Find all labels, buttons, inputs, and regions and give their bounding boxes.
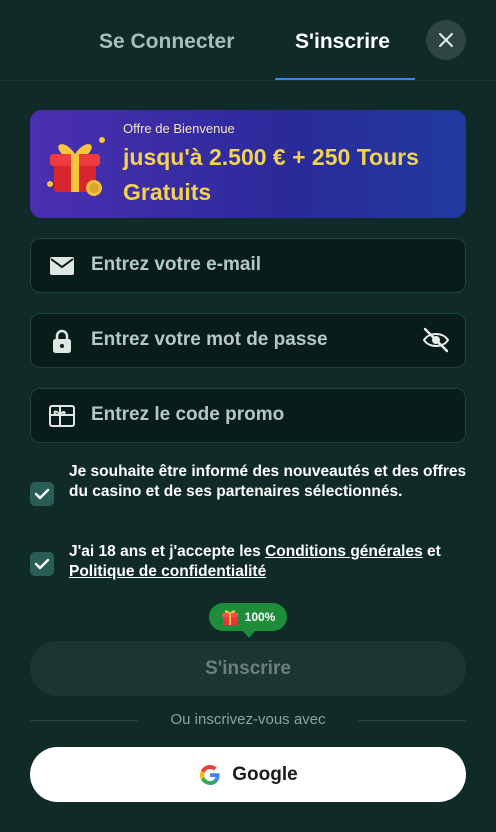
welcome-offer-banner: Offre de Bienvenue jusqu'à 2.500 € + 250… bbox=[30, 110, 466, 218]
offer-subtitle: Offre de Bienvenue bbox=[123, 121, 235, 136]
email-field[interactable]: Entrez votre e-mail bbox=[30, 238, 466, 293]
email-placeholder: Entrez votre e-mail bbox=[91, 254, 261, 275]
promo-placeholder: Entrez le code promo bbox=[91, 404, 285, 425]
password-placeholder: Entrez votre mot de passe bbox=[91, 329, 328, 350]
terms-link[interactable]: Conditions générales bbox=[265, 543, 423, 560]
tab-login[interactable]: Se Connecter bbox=[99, 30, 234, 54]
google-logo-icon bbox=[200, 764, 220, 785]
offer-headline: jusqu'à 2.500 € + 250 Tours Gratuits bbox=[123, 144, 419, 205]
promo-code-field[interactable]: Entrez le code promo bbox=[30, 388, 466, 443]
completion-badge: 100% bbox=[209, 603, 287, 638]
privacy-link[interactable]: Politique de confidentialité bbox=[69, 563, 266, 580]
newsletter-checkbox[interactable] bbox=[30, 482, 54, 506]
auth-tabs: Se Connecter S'inscrire bbox=[0, 0, 496, 81]
lock-icon bbox=[53, 329, 71, 353]
newsletter-consent-text: Je souhaite être informé des nouveautés … bbox=[69, 463, 467, 500]
close-icon bbox=[439, 33, 453, 47]
hide-password-icon[interactable] bbox=[421, 326, 451, 354]
gift-icon bbox=[221, 610, 238, 625]
password-field[interactable]: Entrez votre mot de passe bbox=[30, 313, 466, 368]
envelope-icon bbox=[50, 257, 74, 275]
age-prefix-text: J'ai 18 ans et j'accepte les bbox=[69, 543, 266, 560]
age-middle-text: et bbox=[422, 543, 441, 560]
age-consent-text: J'ai 18 ans et j'accepte les Conditions … bbox=[69, 542, 469, 582]
active-tab-indicator bbox=[275, 78, 415, 80]
checkmark-icon bbox=[34, 558, 50, 570]
divider-line-left bbox=[30, 720, 138, 721]
google-button-label: Google bbox=[232, 763, 298, 785]
age-terms-checkbox[interactable] bbox=[30, 552, 54, 576]
divider-line-right bbox=[358, 720, 466, 721]
checkmark-icon bbox=[34, 488, 50, 500]
signup-submit-button[interactable]: S'inscrire bbox=[30, 641, 466, 696]
alt-signup-label: Ou inscrivez-vous avec bbox=[170, 711, 326, 728]
completion-percent: 100% bbox=[244, 610, 276, 624]
tab-signup[interactable]: S'inscrire bbox=[295, 30, 390, 54]
gift-box-icon bbox=[47, 137, 105, 196]
close-button[interactable] bbox=[426, 20, 466, 60]
gift-card-icon bbox=[49, 405, 75, 427]
google-signup-button[interactable]: Google bbox=[30, 747, 466, 802]
